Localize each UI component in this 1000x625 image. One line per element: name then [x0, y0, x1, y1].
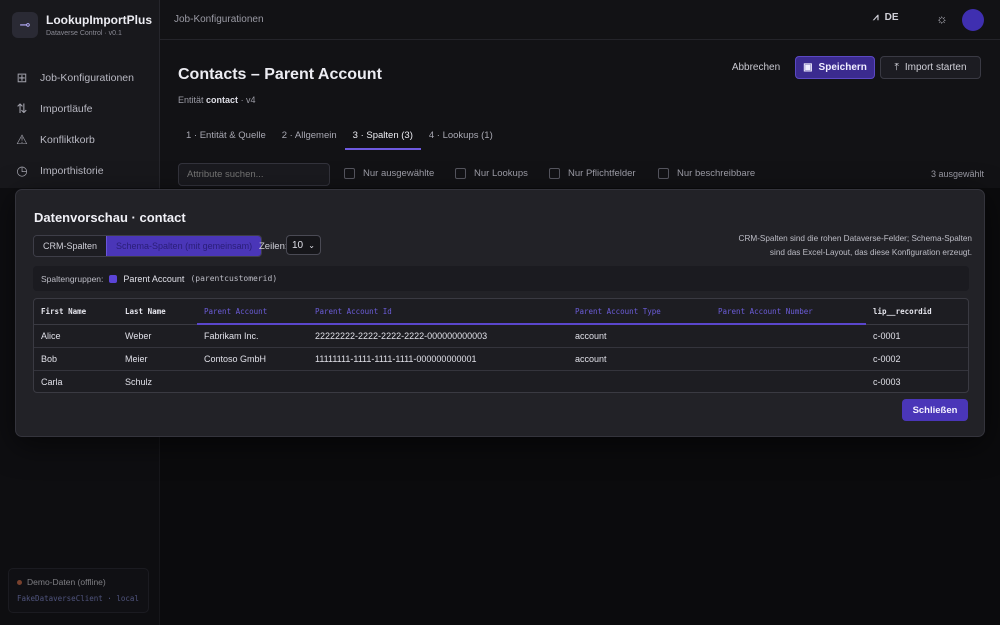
column-mode-toggle: CRM-Spalten Schema-Spalten (mit gemeinsa…: [33, 235, 263, 257]
table-cell: account: [568, 324, 711, 348]
tab-entitaet-quelle[interactable]: 1 · Entität & Quelle: [178, 124, 274, 150]
filter-only-writable[interactable]: Nur beschreibbare: [658, 168, 755, 179]
page-title: Contacts – Parent Account: [178, 66, 382, 83]
column-header: lip__recordid: [866, 299, 968, 325]
group-color-icon: [109, 274, 118, 283]
translate-icon: ⩘: [873, 12, 879, 23]
segment-schema-columns[interactable]: Schema-Spalten (mit gemeinsam): [106, 236, 262, 256]
language-switch[interactable]: ⩘ DE: [873, 12, 899, 23]
chevron-down-icon: ⌄: [308, 240, 315, 250]
checkbox[interactable]: [658, 168, 669, 179]
table-cell: Alice: [34, 324, 118, 348]
sidebar-item-label: Importhistorie: [40, 164, 104, 177]
topbar: Job-Konfigurationen ⩘ DE ☼: [160, 0, 1000, 40]
entity-name: contact: [206, 95, 239, 105]
segment-crm-columns[interactable]: CRM-Spalten: [34, 236, 107, 256]
table-cell: account: [568, 347, 711, 371]
table-cell: Weber: [118, 324, 197, 348]
sidebar-item-label: Importläufe: [40, 102, 93, 115]
sidebar-item-label: Job-Konfigurationen: [40, 71, 134, 84]
column-header: Last Name: [118, 299, 197, 325]
table-cell: Schulz: [125, 376, 153, 387]
table-cell: [568, 370, 711, 392]
grid-icon: ⊞: [16, 69, 28, 85]
table-cell: c-0003: [873, 376, 901, 387]
table-cell: [711, 370, 866, 392]
column-header: Parent Account: [197, 299, 308, 325]
filter-only-required[interactable]: Nur Pflichtfelder: [549, 168, 636, 179]
group-name: Parent Account: [123, 273, 185, 284]
column-groups-bar: Spaltengruppen: Parent Account (parentcu…: [33, 266, 969, 291]
data-preview-dialog: Datenvorschau · contact CRM-Spalten Sche…: [15, 189, 985, 437]
config-tabs: 1 · Entität & Quelle 2 · Allgemein 3 · S…: [178, 124, 501, 150]
warning-triangle-icon: ⚠: [16, 131, 28, 147]
dialog-help-text: CRM-Spalten sind die rohen Dataverse-Fel…: [738, 234, 972, 257]
save-button[interactable]: ▣ Speichern: [795, 56, 875, 79]
tab-spalten[interactable]: 3 · Spalten (3): [344, 124, 421, 150]
table-cell: c-0002: [866, 347, 968, 371]
tab-lookups[interactable]: 4 · Lookups (1): [421, 124, 501, 150]
table-cell: 22222222-2222-2222-2222-000000000003: [308, 324, 568, 348]
save-icon: ▣: [803, 62, 813, 73]
dialog-title: Datenvorschau · contact: [34, 210, 186, 225]
checkbox[interactable]: [344, 168, 355, 179]
checkbox[interactable]: [455, 168, 466, 179]
groups-label: Spaltengruppen:: [41, 273, 104, 284]
group-code: (parentcustomerid): [190, 274, 278, 283]
table-cell: Bob: [34, 347, 118, 371]
rows-label: Zeilen:: [259, 241, 288, 252]
table-cell: [711, 347, 866, 371]
filter-only-selected[interactable]: Nur ausgewählte: [344, 168, 434, 179]
avatar[interactable]: [962, 9, 984, 31]
column-header: Parent Account Type: [568, 299, 711, 325]
cancel-button[interactable]: Abbrechen: [725, 56, 787, 79]
sidebar-item-importlaeufe[interactable]: ⇅ Importläufe: [14, 93, 154, 124]
sidebar-item-job-konfigurationen[interactable]: ⊞ Job-Konfigurationen: [14, 62, 154, 93]
table-cell: Meier: [118, 347, 197, 371]
table-cell: 11111111-1111-1111-1111-000000000001: [308, 347, 568, 371]
table-cell: Carla: [41, 376, 63, 387]
table-cell: Contoso GmbH: [197, 347, 308, 371]
checkbox[interactable]: [549, 168, 560, 179]
breadcrumb: Job-Konfigurationen: [174, 14, 264, 25]
preview-table: First Name Last Name Parent Account Pare…: [33, 298, 969, 393]
table-cell: [197, 370, 308, 392]
rows-select[interactable]: 10 ⌄: [286, 235, 321, 255]
table-cell: [308, 370, 568, 392]
app-logo-icon: ⊸: [12, 12, 38, 38]
column-header: First Name: [34, 299, 118, 325]
sidebar-nav: ⊞ Job-Konfigurationen ⇅ Importläufe ⚠ Ko…: [14, 62, 154, 186]
sidebar-item-konfliktkorb[interactable]: ⚠ Konfliktkorb: [14, 124, 154, 155]
sidebar-item-label: Konfliktkorb: [40, 133, 95, 146]
brand: ⊸ LookupImportPlus Dataverse Control · v…: [12, 12, 152, 38]
table-cell: Fabrikam Inc.: [197, 324, 308, 348]
table-header-row: First Name Last Name Parent Account Pare…: [34, 299, 968, 325]
upload-icon: ⤒: [894, 62, 899, 73]
selected-count: 3 ausgewählt: [930, 169, 984, 179]
close-button[interactable]: Schließen: [902, 399, 968, 421]
language-label: DE: [884, 12, 899, 23]
column-header: Parent Account Number: [711, 299, 866, 325]
table-row: Alice Weber Fabrikam Inc. 22222222-2222-…: [34, 324, 968, 348]
table-row: Carla Schulz c-0003: [34, 370, 968, 392]
app-version: Dataverse Control · v0.1: [46, 30, 122, 37]
table-row: Bob Meier Contoso GmbH 11111111-1111-111…: [34, 347, 968, 371]
filter-only-lookups[interactable]: Nur Lookups: [455, 168, 528, 179]
tab-allgemein[interactable]: 2 · Allgemein: [274, 124, 345, 150]
app-title: LookupImportPlus: [46, 13, 152, 27]
attribute-search-input[interactable]: [178, 163, 330, 186]
start-import-button[interactable]: ⤒ Import starten: [880, 56, 981, 79]
up-down-arrows-icon: ⇅: [16, 100, 28, 116]
theme-toggle-sun-icon[interactable]: ☼: [936, 11, 948, 26]
column-header: Parent Account Id: [308, 299, 568, 325]
table-cell: c-0001: [866, 324, 968, 348]
table-cell: [711, 324, 866, 348]
page-subtitle: Entität contact · v4: [178, 95, 256, 105]
filter-bar: Nur ausgewählte Nur Lookups Nur Pflichtf…: [178, 163, 984, 186]
history-icon: ◷: [16, 162, 28, 178]
sidebar-item-importhistorie[interactable]: ◷ Importhistorie: [14, 155, 154, 186]
